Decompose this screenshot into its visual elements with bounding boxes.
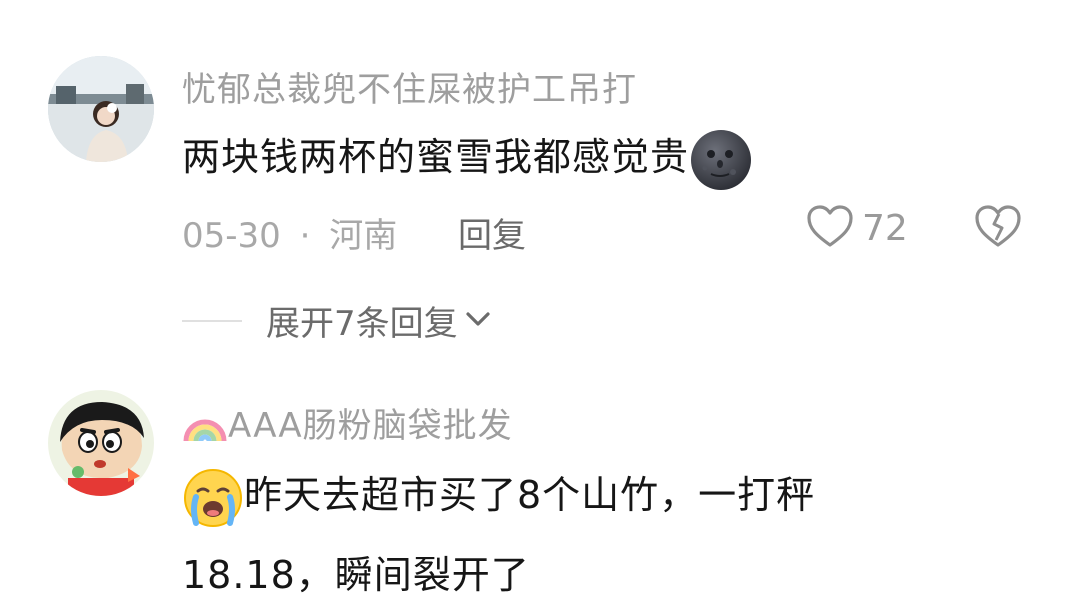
expand-replies-button[interactable]: 展开7条回复 bbox=[182, 296, 492, 345]
username[interactable]: 忧郁总裁兜不住屎被护工吊打 bbox=[182, 62, 637, 111]
comment-text: 昨天去超市买了8个山竹，一打秤 bbox=[182, 464, 815, 529]
comment-location: 河南 bbox=[329, 216, 398, 256]
meta-separator: · bbox=[299, 216, 311, 256]
broken-heart-icon bbox=[974, 205, 1022, 252]
heart-icon bbox=[806, 204, 854, 252]
crying-face-icon bbox=[182, 467, 244, 529]
chevron-down-icon bbox=[464, 309, 492, 333]
new-moon-face-icon bbox=[689, 128, 753, 192]
username-text: AAA肠粉脑袋批发 bbox=[228, 406, 513, 446]
rainbow-icon bbox=[182, 401, 228, 452]
username[interactable]: AAA肠粉脑袋批发 bbox=[182, 398, 513, 452]
comment-item: AAA肠粉脑袋批发 昨天去超市买了8个山竹，一打秤 18.18，瞬间裂开了 bbox=[0, 360, 1068, 606]
dislike-button[interactable] bbox=[974, 204, 1022, 252]
comment-item: 忧郁总裁兜不住屎被护工吊打 两块钱两杯的蜜雪我都感觉贵 05-30 · 河南 回… bbox=[0, 0, 1068, 360]
comment-text-line2: 18.18，瞬间裂开了 bbox=[182, 553, 530, 597]
avatar[interactable] bbox=[48, 56, 154, 162]
comment-meta: 05-30 · 河南 回复 bbox=[182, 208, 526, 257]
like-button[interactable]: 72 bbox=[806, 204, 908, 252]
expand-divider bbox=[182, 319, 242, 322]
comment-text-body: 两块钱两杯的蜜雪我都感觉贵 bbox=[182, 135, 690, 179]
comment-date: 05-30 bbox=[182, 216, 281, 256]
reply-button[interactable]: 回复 bbox=[458, 216, 526, 256]
comment-text-line1: 昨天去超市买了8个山竹，一打秤 bbox=[244, 473, 816, 517]
comment-text: 两块钱两杯的蜜雪我都感觉贵 bbox=[182, 126, 753, 192]
expand-replies-label: 展开7条回复 bbox=[266, 304, 458, 344]
like-count: 72 bbox=[862, 207, 908, 249]
avatar[interactable] bbox=[48, 390, 154, 496]
